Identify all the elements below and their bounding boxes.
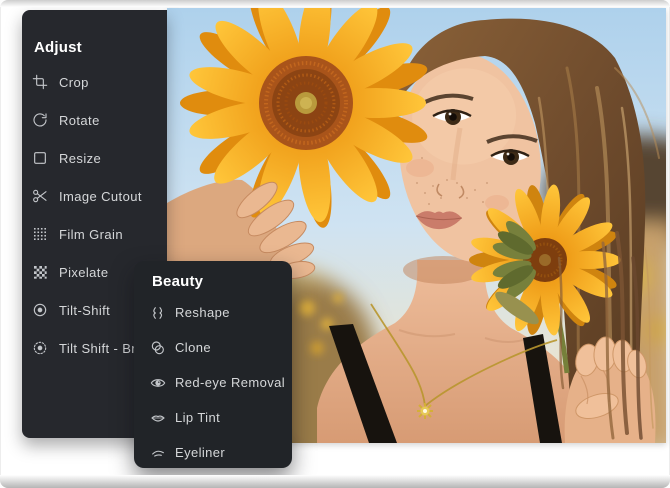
eyeliner-icon (150, 445, 166, 461)
beauty-item-red-eye-removal[interactable]: Red-eye Removal (150, 365, 292, 400)
adjust-panel-title: Adjust (34, 39, 167, 57)
tilt-shift-icon (32, 302, 48, 318)
menu-item-label: Red-eye Removal (175, 375, 285, 390)
beauty-item-reshape[interactable]: Reshape (150, 295, 292, 330)
crop-icon (32, 74, 48, 90)
beauty-panel: Beauty Reshape Clone Red-eye Removal (134, 261, 292, 468)
menu-item-label: Resize (59, 151, 101, 166)
beauty-item-lip-tint[interactable]: Lip Tint (150, 400, 292, 435)
menu-item-label: Film Grain (59, 227, 123, 242)
menu-item-label: Reshape (175, 305, 230, 320)
beauty-panel-title: Beauty (152, 273, 292, 291)
beauty-item-clone[interactable]: Clone (150, 330, 292, 365)
red-eye-icon (150, 375, 166, 391)
menu-item-label: Tilt-Shift (59, 303, 110, 318)
menu-item-image-cutout[interactable]: Image Cutout (32, 177, 167, 215)
menu-item-label: Crop (59, 75, 89, 90)
lip-tint-icon (150, 410, 166, 426)
menu-item-rotate[interactable]: Rotate (32, 101, 167, 139)
film-grain-icon (32, 226, 48, 242)
menu-item-label: Clone (175, 340, 211, 355)
menu-item-crop[interactable]: Crop (32, 63, 167, 101)
beauty-item-eyeliner[interactable]: Eyeliner (150, 435, 292, 470)
scissors-icon (32, 188, 48, 204)
menu-item-label: Lip Tint (175, 410, 220, 425)
menu-item-label: Pixelate (59, 265, 108, 280)
resize-icon (32, 150, 48, 166)
rotate-icon (32, 112, 48, 128)
menu-item-label: Image Cutout (59, 189, 142, 204)
menu-item-label: Rotate (59, 113, 100, 128)
clone-icon (150, 340, 166, 356)
menu-item-label: Eyeliner (175, 445, 225, 460)
menu-item-film-grain[interactable]: Film Grain (32, 215, 167, 253)
reshape-icon (150, 305, 166, 321)
window-top-edge (0, 0, 670, 7)
window-bottom-edge (0, 475, 670, 488)
menu-item-resize[interactable]: Resize (32, 139, 167, 177)
pixelate-icon (32, 264, 48, 280)
tilt-shift-brush-icon (32, 340, 48, 356)
editor-window: Adjust Crop Rotate Resize Image Cu (0, 0, 670, 488)
